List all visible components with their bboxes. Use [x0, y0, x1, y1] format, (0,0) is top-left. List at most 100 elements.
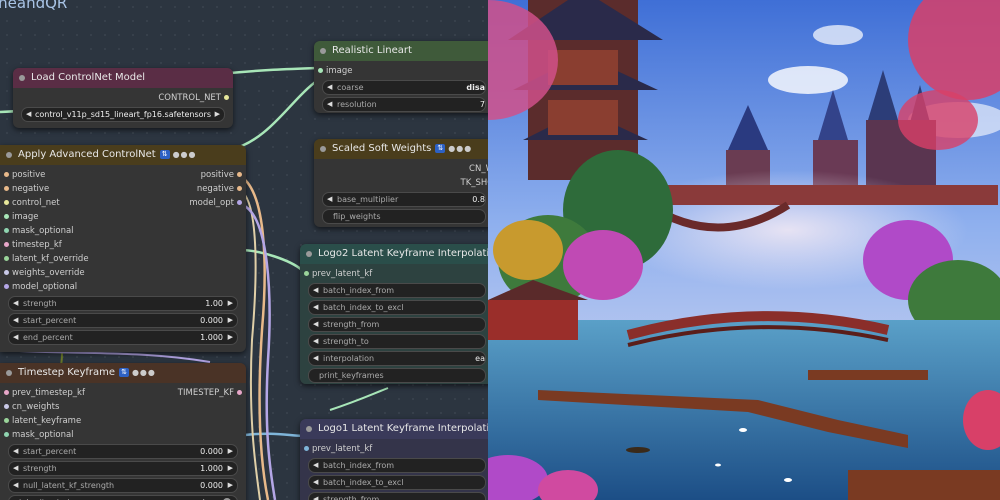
arrow-left-icon[interactable]: ◀: [13, 445, 18, 458]
input-latent-keyframe[interactable]: latent_keyframe: [0, 414, 246, 428]
io-row[interactable]: positive positive: [0, 168, 246, 182]
number-strength[interactable]: ◀ strength 1.00 ▶: [8, 296, 238, 311]
combo-control-net-name[interactable]: ◀ control_v11p_sd15_lineart_fp16.safeten…: [21, 107, 225, 122]
number-strength-from[interactable]: ◀ strength_from: [308, 492, 486, 500]
node-realistic-lineart[interactable]: Realistic Lineart image ◀ coarse disa ◀ …: [314, 41, 488, 113]
node-logo1-latent-keyframe-interpolation[interactable]: Logo1 Latent Keyframe Interpolation⇅ pre…: [300, 419, 488, 500]
number-batch-index-to-excl[interactable]: ◀ batch_index_to_excl: [308, 300, 486, 315]
output-positive[interactable]: positive: [201, 168, 246, 182]
output-control-net[interactable]: CONTROL_NET: [13, 91, 233, 105]
combo-coarse[interactable]: ◀ coarse disa: [322, 80, 486, 95]
arrow-left-icon[interactable]: ◀: [13, 479, 18, 492]
node-scaled-soft-weights[interactable]: Scaled Soft Weights⇅●●● CN_W TK_SHO ◀ bas…: [314, 139, 488, 227]
number-null-latent-kf-strength[interactable]: ◀ null_latent_kf_strength 0.000 ▶: [8, 478, 238, 493]
input-image[interactable]: image: [0, 210, 246, 224]
number-strength[interactable]: ◀ strength 1.000 ▶: [8, 461, 238, 476]
arrow-right-icon[interactable]: ▶: [228, 462, 233, 475]
number-end-percent[interactable]: ◀ end_percent 1.000 ▶: [8, 330, 238, 345]
input-positive[interactable]: positive: [0, 168, 45, 182]
arrow-left-icon[interactable]: ◀: [327, 193, 332, 206]
node-title-text: Logo1 Latent Keyframe Interpolation: [318, 423, 488, 434]
node-graph-canvas[interactable]: ineandQR Realistic Lineart image ◀ coars…: [0, 0, 488, 500]
node-title[interactable]: Logo2 Latent Keyframe Interpolation⇅: [300, 244, 488, 264]
arrow-left-icon[interactable]: ◀: [313, 352, 318, 365]
node-load-controlnet[interactable]: Load ControlNet Model CONTROL_NET ◀ cont…: [13, 68, 233, 128]
arrow-left-icon[interactable]: ◀: [13, 462, 18, 475]
node-apply-advanced-controlnet[interactable]: Apply Advanced ControlNet ⇅ ●●● positive po…: [0, 145, 246, 352]
widget-label: null_latent_kf_strength: [23, 481, 115, 490]
arrow-right-icon[interactable]: ▶: [228, 297, 233, 310]
arrow-right-icon[interactable]: ▶: [228, 331, 233, 344]
toggle-print-keyframes[interactable]: print_keyframes: [308, 368, 486, 383]
node-title[interactable]: Scaled Soft Weights ⇅ ●●●: [314, 139, 488, 159]
arrow-left-icon[interactable]: ◀: [327, 98, 332, 111]
node-logo2-latent-keyframe-interpolation[interactable]: Logo2 Latent Keyframe Interpolation⇅ pre…: [300, 244, 488, 384]
input-prev-latent-kf[interactable]: prev_latent_kf: [300, 267, 488, 281]
number-batch-index-from[interactable]: ◀ batch_index_from: [308, 283, 486, 298]
arrow-left-icon[interactable]: ◀: [313, 335, 318, 348]
bookmark-icon: ⇅: [159, 149, 170, 159]
input-mask-optional[interactable]: mask_optional: [0, 428, 246, 442]
arrow-left-icon[interactable]: ◀: [13, 297, 18, 310]
io-row[interactable]: negative negative: [0, 182, 246, 196]
arrow-left-icon[interactable]: ◀: [313, 318, 318, 331]
widget-label: strength_to: [323, 337, 369, 346]
input-model-optional[interactable]: model_optional: [0, 280, 246, 294]
input-negative[interactable]: negative: [0, 182, 49, 196]
arrow-left-icon[interactable]: ◀: [13, 331, 18, 344]
widget-label: strength_from: [323, 320, 380, 329]
widget-label: start_percent: [23, 316, 77, 325]
widget-label: batch_index_from: [323, 286, 395, 295]
output-model-opt[interactable]: model_opt: [189, 196, 246, 210]
toggle-inherit-missing[interactable]: inherit_missing true: [8, 495, 238, 500]
output-image-preview: [488, 0, 1000, 500]
number-batch-index-to-excl[interactable]: ◀ batch_index_to_excl: [308, 475, 486, 490]
arrow-left-icon[interactable]: ◀: [313, 493, 318, 500]
input-weights-override[interactable]: weights_override: [0, 266, 246, 280]
number-resolution[interactable]: ◀ resolution 7: [322, 97, 486, 112]
input-control-net[interactable]: control_net: [0, 196, 60, 210]
arrow-left-icon[interactable]: ◀: [313, 301, 318, 314]
arrow-right-icon[interactable]: ▶: [228, 314, 233, 327]
number-strength-to[interactable]: ◀ strength_to: [308, 334, 486, 349]
arrow-left-icon[interactable]: ◀: [313, 476, 318, 489]
node-title[interactable]: Load ControlNet Model: [13, 68, 233, 88]
node-title[interactable]: Realistic Lineart: [314, 41, 488, 61]
input-prev-latent-kf[interactable]: prev_latent_kf: [300, 442, 488, 456]
arrow-right-icon[interactable]: ▶: [228, 445, 233, 458]
node-title[interactable]: Timestep Keyframe ⇅ ●●●: [0, 363, 246, 383]
arrow-left-icon[interactable]: ◀: [313, 459, 318, 472]
output-cn-weights[interactable]: CN_W: [314, 162, 488, 176]
arrow-right-icon[interactable]: ▶: [228, 479, 233, 492]
input-image[interactable]: image: [314, 64, 488, 78]
toggle-flip-weights[interactable]: flip_weights: [322, 209, 486, 224]
status-dots-icon: ●●●: [448, 144, 473, 153]
input-latent-kf-override[interactable]: latent_kf_override: [0, 252, 246, 266]
number-start-percent[interactable]: ◀ start_percent 0.000 ▶: [8, 313, 238, 328]
number-start-percent[interactable]: ◀ start_percent 0.000 ▶: [8, 444, 238, 459]
output-timestep-kf[interactable]: TIMESTEP_KF: [178, 386, 246, 400]
combo-interpolation[interactable]: ◀ interpolation ea: [308, 351, 486, 366]
widget-value: disa: [466, 83, 485, 92]
output-tk-shortcut[interactable]: TK_SHO: [314, 176, 489, 190]
arrow-left-icon[interactable]: ◀: [313, 284, 318, 297]
wire-green-side: [239, 248, 303, 271]
io-row[interactable]: control_net model_opt: [0, 196, 246, 210]
input-timestep-kf[interactable]: timestep_kf: [0, 238, 246, 252]
number-batch-index-from[interactable]: ◀ batch_index_from: [308, 458, 486, 473]
input-cn-weights[interactable]: cn_weights: [0, 400, 246, 414]
io-row[interactable]: prev_timestep_kf TIMESTEP_KF: [0, 386, 246, 400]
node-title[interactable]: Logo1 Latent Keyframe Interpolation⇅: [300, 419, 488, 439]
arrow-right-icon[interactable]: ▶: [215, 108, 220, 121]
node-timestep-keyframe[interactable]: Timestep Keyframe ⇅ ●●● prev_timestep_kf TI…: [0, 363, 246, 500]
node-title-text: Timestep Keyframe: [18, 367, 116, 378]
number-base-multiplier[interactable]: ◀ base_multiplier 0.8: [322, 192, 486, 207]
node-title-text: Logo2 Latent Keyframe Interpolation: [318, 248, 488, 259]
input-prev-timestep-kf[interactable]: prev_timestep_kf: [0, 386, 85, 400]
input-mask-optional[interactable]: mask_optional: [0, 224, 246, 238]
number-strength-from[interactable]: ◀ strength_from: [308, 317, 486, 332]
arrow-left-icon[interactable]: ◀: [327, 81, 332, 94]
node-title[interactable]: Apply Advanced ControlNet ⇅ ●●●: [0, 145, 246, 165]
arrow-left-icon[interactable]: ◀: [13, 314, 18, 327]
output-negative[interactable]: negative: [197, 182, 246, 196]
